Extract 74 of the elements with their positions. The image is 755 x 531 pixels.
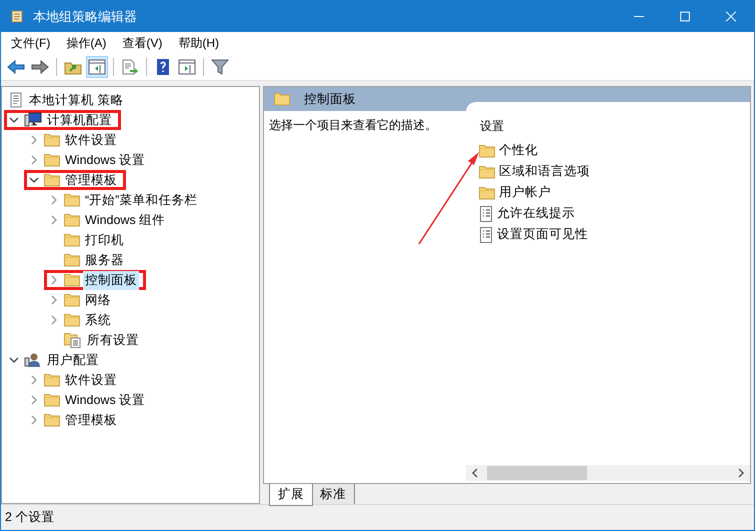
pane-title: 控制面板 xyxy=(304,90,356,108)
folder-icon xyxy=(64,313,80,327)
tree-item[interactable]: 打印机 xyxy=(83,230,126,250)
folder-icon xyxy=(44,373,60,387)
chevron-right-icon[interactable] xyxy=(30,375,38,385)
tree-item[interactable]: “开始”菜单和任务栏 xyxy=(83,190,200,210)
view-tab[interactable]: 扩展 xyxy=(269,484,313,506)
list-item[interactable]: 设置页面可见性 xyxy=(497,226,588,243)
list-item[interactable]: 区域和语言选项 xyxy=(499,163,590,180)
menu-item[interactable]: 操作(A) xyxy=(60,34,116,52)
scrollbar-thumb[interactable] xyxy=(487,466,587,480)
tree-item[interactable]: 软件设置 xyxy=(63,130,119,150)
list-document-icon xyxy=(479,226,493,242)
list-item[interactable]: 用户帐户 xyxy=(499,184,551,201)
menu-item[interactable]: 文件(F) xyxy=(5,34,60,52)
chevron-right-icon[interactable] xyxy=(30,395,38,405)
list-item[interactable]: 个性化 xyxy=(499,142,538,159)
document-icon xyxy=(8,92,24,108)
tree-toolbar-button[interactable] xyxy=(86,56,108,78)
user-icon xyxy=(24,352,42,368)
folder-icon xyxy=(44,173,60,187)
chevron-right-icon[interactable] xyxy=(30,135,38,145)
chevron-right-icon[interactable] xyxy=(30,415,38,425)
settings-folder-icon xyxy=(64,332,82,348)
chevron-right-icon[interactable] xyxy=(50,215,58,225)
tree-item[interactable]: 控制面板 xyxy=(83,270,139,290)
folder-icon xyxy=(64,253,80,267)
tree-item[interactable]: 所有设置 xyxy=(85,330,141,350)
menu-item[interactable]: 帮助(H) xyxy=(172,34,229,52)
folder-icon xyxy=(44,393,60,407)
tree-item[interactable]: 服务器 xyxy=(83,250,126,270)
folder-icon xyxy=(479,164,495,178)
tree-item[interactable]: Windows 设置 xyxy=(63,150,148,170)
tree-item[interactable]: 系统 xyxy=(83,310,113,330)
tree-item[interactable]: 软件设置 xyxy=(63,370,119,390)
tree-item[interactable]: 计算机配置 xyxy=(45,110,114,130)
tree-item[interactable]: 管理模板 xyxy=(63,170,119,190)
chevron-right-icon[interactable] xyxy=(50,195,58,205)
folder-icon xyxy=(64,233,80,247)
tree-item[interactable]: 用户配置 xyxy=(45,350,101,370)
folder-icon xyxy=(44,153,60,167)
window-title: 本地组策略编辑器 xyxy=(33,8,137,26)
folder-icon xyxy=(64,273,80,287)
folder-icon xyxy=(64,213,80,227)
scroll-left-icon[interactable] xyxy=(471,468,479,478)
tree-item[interactable]: Windows 组件 xyxy=(83,210,168,230)
list-item[interactable]: 允许在线提示 xyxy=(497,205,575,222)
folder-icon xyxy=(274,92,290,106)
horizontal-scrollbar[interactable] xyxy=(466,465,750,481)
folder-icon xyxy=(64,193,80,207)
chevron-right-icon[interactable] xyxy=(50,275,58,285)
folder-icon xyxy=(479,186,495,200)
menu-item[interactable]: 查看(V) xyxy=(116,34,172,52)
chevron-down-icon[interactable] xyxy=(9,356,19,364)
chevron-right-icon[interactable] xyxy=(50,295,58,305)
description-text: 选择一个项目来查看它的描述。 xyxy=(269,118,437,132)
folder-icon xyxy=(44,133,60,147)
status-text: 2 个设置 xyxy=(5,509,54,526)
column-header[interactable]: 设置 xyxy=(466,102,750,140)
folder-icon xyxy=(44,413,60,427)
folder-icon xyxy=(64,293,80,307)
list-document-icon xyxy=(479,206,493,222)
folder-icon xyxy=(479,144,495,158)
tree-item[interactable]: Windows 设置 xyxy=(63,390,148,410)
computer-icon xyxy=(24,112,42,128)
scroll-icon xyxy=(9,8,25,24)
chevron-down-icon[interactable] xyxy=(9,116,19,124)
chevron-right-icon[interactable] xyxy=(50,315,58,325)
chevron-down-icon[interactable] xyxy=(29,176,39,184)
scroll-right-icon[interactable] xyxy=(737,468,745,478)
tree-item[interactable]: 网络 xyxy=(83,290,113,310)
tree-item[interactable]: 本地计算机 策略 xyxy=(27,90,126,110)
tree-item[interactable]: 管理模板 xyxy=(63,410,119,430)
chevron-right-icon[interactable] xyxy=(30,155,38,165)
